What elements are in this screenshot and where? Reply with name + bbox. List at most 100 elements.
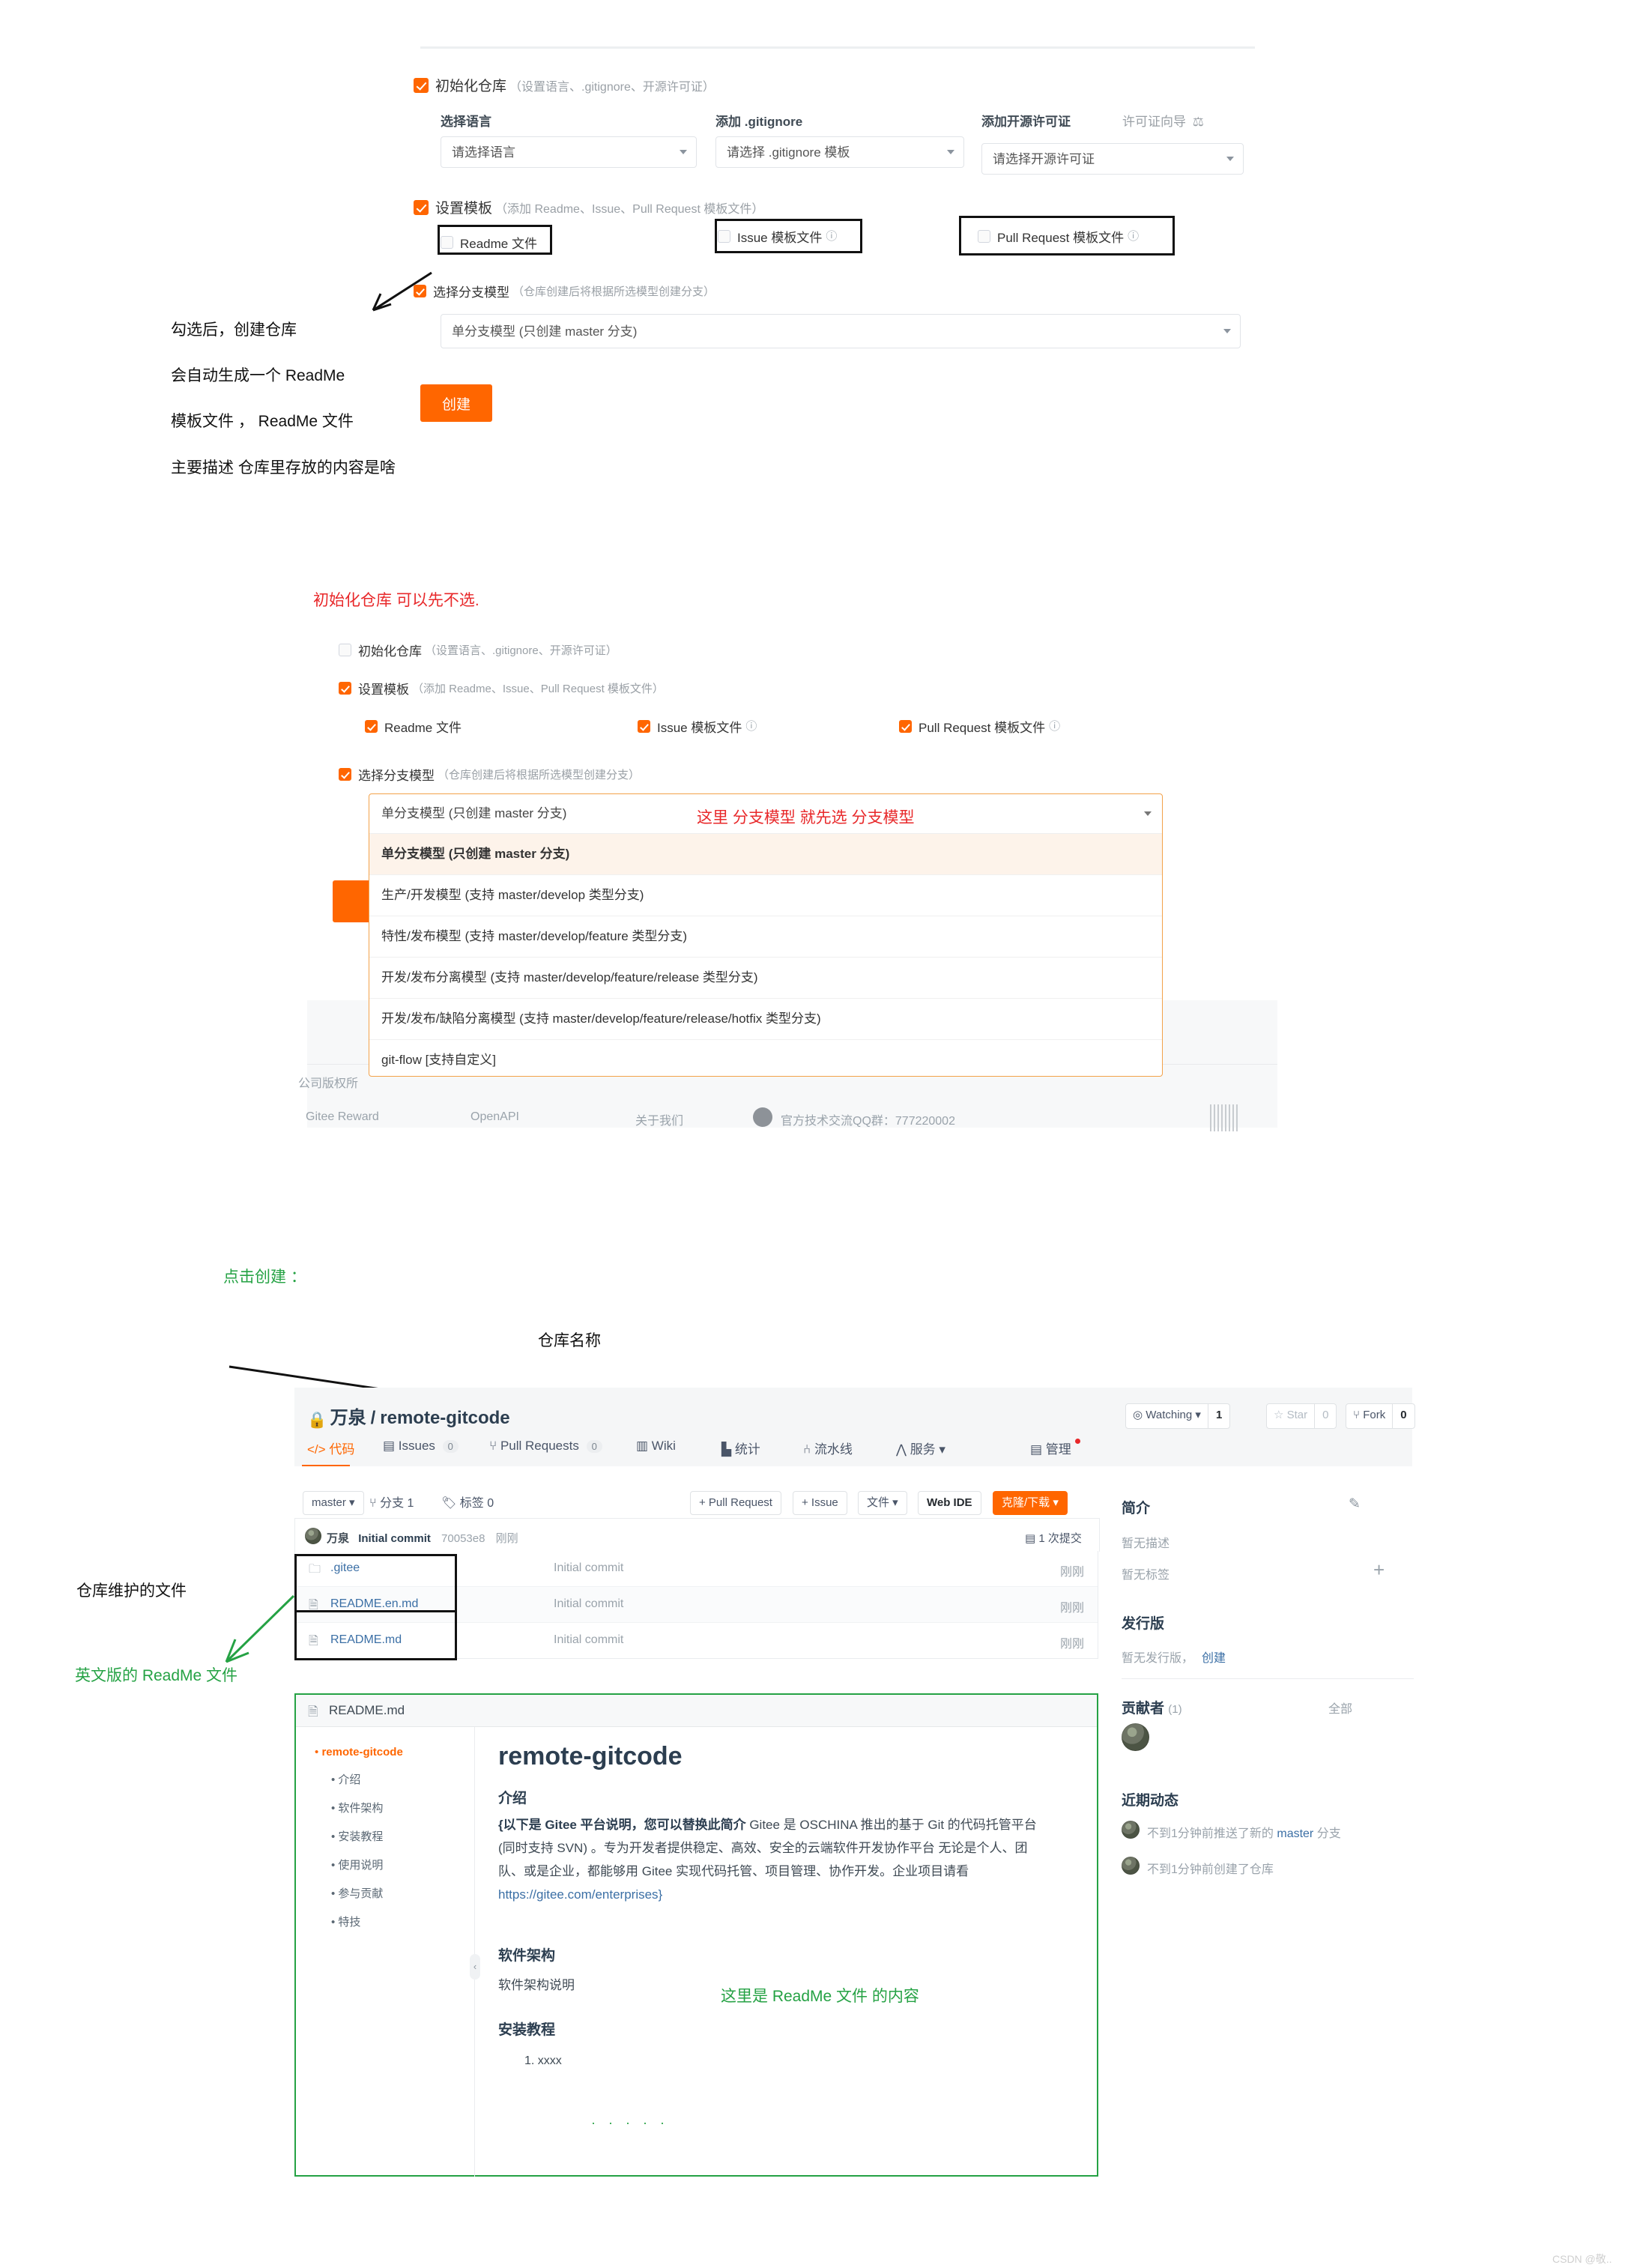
sidebar-no-tags: 暂无标签: [1122, 1569, 1170, 1582]
readme-install-item: 1. xxxx: [524, 2054, 562, 2067]
toc-item[interactable]: • 参与贡献: [331, 1885, 472, 1901]
sidebar-no-release: 暂无发行版，: [1122, 1652, 1194, 1665]
tab-pipeline[interactable]: ⑃ 流水线: [803, 1439, 853, 1457]
star-counter[interactable]: ☆ Star 0: [1266, 1403, 1337, 1429]
file-commit-message: Initial commit: [554, 1597, 624, 1610]
chart-icon: ▙: [721, 1442, 732, 1457]
file-time: 刚刚: [1059, 1638, 1084, 1651]
sidebar-contributors-all[interactable]: 全部: [1328, 1699, 1352, 1717]
branch-icon: ⑂: [369, 1497, 377, 1510]
repo-separator: /: [370, 1408, 376, 1428]
toc-item[interactable]: • remote-gitcode: [315, 1746, 472, 1759]
toc-item[interactable]: • 特技: [331, 1914, 472, 1929]
readme-intro-bold: {以下是 Gitee 平台说明，您可以替换此简介: [498, 1818, 750, 1832]
file-time: 刚刚: [1059, 1566, 1084, 1579]
fork-counter[interactable]: ⑂ Fork 0: [1346, 1403, 1415, 1429]
tab-code[interactable]: </> 代码: [307, 1439, 354, 1457]
commit-message[interactable]: Initial commit: [358, 1532, 431, 1545]
wiki-icon: ▥: [636, 1439, 649, 1453]
contributor-avatar[interactable]: [1122, 1723, 1149, 1751]
tab-manage[interactable]: ▤ 管理: [1030, 1439, 1080, 1457]
branch-selector-label: master: [312, 1496, 346, 1509]
commit-time: 刚刚: [495, 1532, 518, 1545]
note-repo-files: 仓库维护的文件: [76, 1582, 187, 1600]
new-issue-button[interactable]: + Issue: [793, 1491, 847, 1515]
watermark: CSDN @敬..: [1552, 2253, 1612, 2265]
tab-issues[interactable]: ▤ Issues 0: [383, 1439, 459, 1454]
repo-name[interactable]: remote-gitcode: [380, 1408, 509, 1428]
toc-item[interactable]: • 介绍: [331, 1771, 472, 1787]
issue-icon: ▤: [383, 1439, 396, 1453]
tab-statistics[interactable]: ▙ 统计: [721, 1439, 760, 1457]
note-en-readme: 英文版的 ReadMe 文件: [75, 1667, 238, 1684]
readme-intro-paragraph: {以下是 Gitee 平台说明，您可以替换此简介 Gitee 是 OSCHINA…: [498, 1813, 1044, 1906]
file-commit-message: Initial commit: [554, 1633, 624, 1646]
toc-item[interactable]: • 安装教程: [331, 1828, 472, 1844]
repo-owner[interactable]: 万泉: [330, 1408, 366, 1428]
toc-label: 使用说明: [338, 1859, 384, 1872]
manage-icon: ▤: [1030, 1442, 1043, 1457]
files-menu-button[interactable]: 文件 ▾: [858, 1491, 907, 1515]
activity-avatar: [1122, 1857, 1140, 1875]
tab-services[interactable]: ⋀ 服务 ▾: [896, 1439, 945, 1457]
tab-pipeline-label: 流水线: [814, 1442, 853, 1457]
activity-branch-link[interactable]: master: [1277, 1827, 1313, 1840]
fork-icon: ⑂: [1353, 1409, 1361, 1421]
toc-label: remote-gitcode: [321, 1746, 403, 1759]
activity-item: 不到1分钟前推送了新的 master 分支: [1147, 1823, 1341, 1841]
watching-counter[interactable]: ◎ Watching ▾ 1: [1125, 1403, 1231, 1429]
sidebar-release-create-link[interactable]: 创建: [1202, 1648, 1226, 1666]
tag-count[interactable]: 🏷 标签 0: [441, 1493, 494, 1511]
eye-icon: ◎: [1133, 1409, 1143, 1421]
star-text: Star: [1286, 1409, 1308, 1421]
star-label: ☆ Star: [1267, 1404, 1314, 1428]
star-count: 0: [1314, 1404, 1336, 1428]
activity-avatar: [1122, 1821, 1140, 1839]
toc-item[interactable]: • 软件架构: [331, 1800, 472, 1815]
files-menu-label: 文件: [867, 1496, 890, 1509]
contributors-label: 贡献者: [1122, 1701, 1165, 1717]
toc-collapse-handle[interactable]: ‹: [470, 1954, 480, 1980]
toc-label: 特技: [338, 1916, 361, 1929]
branch-count-label: 分支 1: [380, 1497, 414, 1510]
contributors-count: (1): [1168, 1703, 1182, 1716]
readme-toc-divider: [474, 1727, 475, 2177]
fork-label: ⑂ Fork: [1346, 1404, 1392, 1428]
tab-wiki[interactable]: ▥ Wiki: [636, 1439, 676, 1454]
fork-text: Fork: [1363, 1409, 1386, 1421]
tab-services-label: 服务: [910, 1442, 936, 1457]
code-icon: </>: [307, 1442, 326, 1457]
commit-sha[interactable]: 70053e8: [441, 1532, 485, 1545]
new-pull-request-button[interactable]: + Pull Request: [690, 1491, 781, 1515]
readme-filename: README.md: [329, 1703, 405, 1717]
readme-h2-install: 安装教程: [498, 2022, 556, 2038]
file-commit-message: Initial commit: [554, 1561, 624, 1574]
readme-dots: · · · · ·: [591, 2115, 669, 2130]
note-readme-content: 这里是 ReadMe 文件 的内容: [721, 1988, 919, 2005]
watching-count: 1: [1207, 1404, 1229, 1428]
readme-architecture-body: 软件架构说明: [498, 1978, 575, 1992]
section-repo-page: 点击创建 ： 仓库名称 🔒 万泉 / remote-gitcode ◎ Watchi…: [0, 0, 1640, 2268]
readme-panel-header: 🗎 README.md: [296, 1695, 1097, 1727]
web-ide-button[interactable]: Web IDE: [918, 1491, 981, 1515]
add-tag-button[interactable]: +: [1373, 1558, 1385, 1582]
activity-text-pre: 不到1分钟前推送了新的: [1147, 1827, 1277, 1840]
pull-request-icon: ⑂: [489, 1439, 497, 1453]
toc-item[interactable]: • 使用说明: [331, 1857, 472, 1872]
commit-icon: ▤: [1025, 1532, 1036, 1545]
commit-count[interactable]: ▤ 1 次提交: [1025, 1530, 1082, 1546]
tab-pull-requests[interactable]: ⑂ Pull Requests 0: [489, 1439, 602, 1454]
readme-toc: • remote-gitcode • 介绍 • 软件架构 • 安装教程 • 使用…: [315, 1746, 472, 1942]
star-icon: ☆: [1274, 1409, 1284, 1421]
tab-issues-count: 0: [442, 1440, 459, 1454]
clone-download-button[interactable]: 克隆/下载 ▾: [993, 1491, 1068, 1515]
readme-intro-link[interactable]: https://gitee.com/enterprises}: [498, 1887, 662, 1902]
commit-author[interactable]: 万泉: [327, 1532, 349, 1545]
clone-download-label: 克隆/下载: [1002, 1496, 1050, 1509]
file-time: 刚刚: [1059, 1602, 1084, 1615]
branch-selector[interactable]: master ▾: [303, 1491, 364, 1515]
branch-count[interactable]: ⑂ 分支 1: [369, 1493, 414, 1511]
sidebar-divider: [1122, 1678, 1414, 1679]
edit-intro-icon[interactable]: ✎: [1349, 1496, 1361, 1513]
sidebar-no-description: 暂无描述: [1122, 1537, 1170, 1550]
